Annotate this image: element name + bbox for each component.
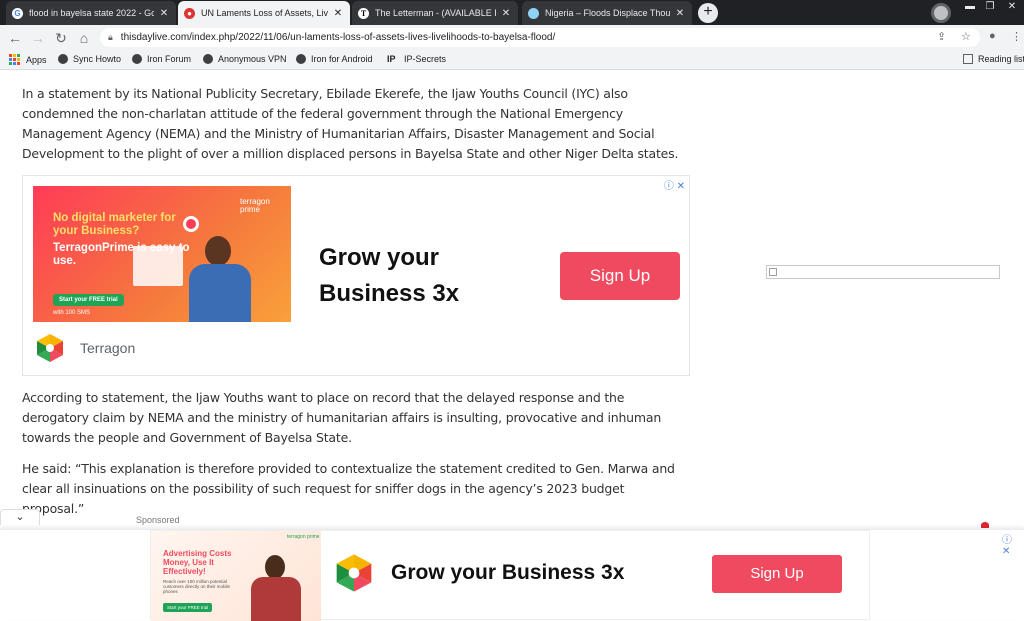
collapse-ad-button[interactable]: ⌄ <box>0 509 40 525</box>
notification-dot <box>981 522 989 528</box>
globe-icon <box>296 54 306 64</box>
back-arrow-icon[interactable]: ← <box>6 29 24 47</box>
bookmarks-bar: Apps Sync Howto Iron Forum Anonymous VPN… <box>0 50 1024 70</box>
bookmark-ip-secrets[interactable]: IP IP-Secrets <box>387 54 446 64</box>
forward-arrow-icon[interactable]: → <box>29 29 47 47</box>
reload-icon[interactable]: ↻ <box>52 29 70 47</box>
advertiser-name[interactable]: Terragon <box>80 340 135 356</box>
ad-image-headline: No digital marketer for your Business? <box>53 212 176 237</box>
share-icon[interactable]: ⇪ <box>937 30 946 43</box>
thisday-icon: ● <box>184 7 195 19</box>
close-icon[interactable]: ✕ <box>500 8 512 19</box>
close-icon[interactable]: ✕ <box>158 8 170 19</box>
article-paragraph: According to statement, the Ijaw Youths … <box>22 390 662 445</box>
reading-list-icon <box>963 54 973 64</box>
ip-icon: IP <box>387 54 396 64</box>
bookmark-label: Iron Forum <box>147 54 192 64</box>
tab-strip: G flood in bayelsa state 2022 - Goo ✕ ● … <box>0 0 1024 25</box>
ad-image[interactable]: No digital marketer for your Business? T… <box>33 186 291 322</box>
tab-letterman[interactable]: T The Letterman - (AVAILABLE FRO ✕ <box>352 1 518 25</box>
lock-icon[interactable]: 🔒︎ <box>108 32 113 43</box>
inline-ad[interactable]: ⓘ ✕ No digital marketer for your Busines… <box>22 175 690 376</box>
sticky-ad-bar: terragon prime Advertising Costs Money, … <box>0 529 1024 621</box>
globe-icon <box>58 54 68 64</box>
sticky-trial-pill: Start your FREE trial <box>163 603 213 612</box>
bookmark-label: Reading list <box>978 54 1024 64</box>
tab-thisday-article[interactable]: ● UN Laments Loss of Assets, Lives ✕ <box>178 1 350 25</box>
floodlist-icon <box>528 7 539 19</box>
terragon-logo-icon <box>37 334 63 362</box>
bookmark-label: Sync Howto <box>73 54 122 64</box>
ad-brand-logo: terragon prime <box>240 197 270 214</box>
person-illustration <box>247 555 305 621</box>
chart-illustration <box>133 246 183 286</box>
reading-list-button[interactable]: Reading list <box>963 54 1024 64</box>
url-text: thisdaylive.com/index.php/2022/11/06/un-… <box>120 32 556 43</box>
article-paragraph: In a statement by its National Publicity… <box>22 86 679 161</box>
tab-title: The Letterman - (AVAILABLE FRO <box>375 8 496 18</box>
sign-up-button[interactable]: Sign Up <box>560 252 680 300</box>
bookmark-iron-for-android[interactable]: Iron for Android <box>296 54 373 64</box>
bookmark-label: Apps <box>26 54 47 65</box>
tab-google-search[interactable]: G flood in bayelsa state 2022 - Goo ✕ <box>6 1 176 25</box>
bookmark-iron-forum[interactable]: Iron Forum <box>132 54 191 64</box>
tab-title: flood in bayelsa state 2022 - Goo <box>29 8 154 18</box>
sticky-ad-headline[interactable]: Grow your Business 3x <box>391 561 624 585</box>
bookmark-sync-howto[interactable]: Sync Howto <box>58 54 121 64</box>
ad-trial-sub: with 100 SMS <box>53 310 91 316</box>
adchoices-icon[interactable]: ⓘ ✕ <box>1002 531 1012 557</box>
sticky-image-subtext: Reach over 100 million potential custome… <box>163 579 231 594</box>
ad-headline[interactable]: Grow your Business 3x <box>319 240 519 312</box>
address-bar[interactable]: 🔒︎ thisdaylive.com/index.php/2022/11/06/… <box>100 28 980 47</box>
google-icon: G <box>12 7 23 19</box>
restore-button[interactable]: ❐ <box>980 0 1000 14</box>
browser-toolbar: ← → ↻ ⌂ 🔒︎ thisdaylive.com/index.php/202… <box>0 25 1024 50</box>
tab-title: UN Laments Loss of Assets, Lives <box>201 8 328 18</box>
globe-icon <box>203 54 213 64</box>
bookmark-label: IP-Secrets <box>404 54 447 64</box>
menu-icon[interactable]: ⋮ <box>1011 30 1022 43</box>
new-tab-button[interactable]: + <box>698 3 718 23</box>
apps-grid-icon <box>9 54 20 65</box>
tab-title: Nigeria – Floods Displace Thousa <box>545 8 670 18</box>
sticky-ad[interactable]: terragon prime Advertising Costs Money, … <box>150 530 1012 621</box>
bookmark-anonymous-vpn[interactable]: Anonymous VPN <box>203 54 287 64</box>
broken-image <box>766 265 1000 279</box>
bookmark-star-icon[interactable]: ☆ <box>961 30 971 43</box>
globe-icon <box>132 54 142 64</box>
account-icon[interactable]: ● <box>989 30 996 42</box>
sticky-sign-up-button[interactable]: Sign Up <box>712 555 842 593</box>
sticky-image-headline: Advertising Costs Money, Use It Effectiv… <box>163 549 232 576</box>
close-window-button[interactable]: ✕ <box>1002 0 1022 14</box>
tab-floodlist[interactable]: Nigeria – Floods Displace Thousa ✕ <box>522 1 692 25</box>
close-icon[interactable]: ✕ <box>332 8 344 19</box>
bookmark-label: Anonymous VPN <box>218 54 287 64</box>
sponsored-label: Sponsored <box>136 515 180 525</box>
telegraph-icon: T <box>358 7 369 19</box>
sticky-brand-logo: terragon prime <box>287 534 320 540</box>
person-illustration <box>183 236 253 322</box>
profile-icon[interactable] <box>931 3 951 23</box>
terragon-logo-icon <box>336 554 372 592</box>
ad-trial-pill: Start your FREE trial <box>53 294 124 306</box>
bookmark-label: Iron for Android <box>311 54 373 64</box>
minimize-button[interactable]: ▬ <box>960 0 980 14</box>
article-paragraph: He said: “This explanation is therefore … <box>22 461 675 516</box>
bookmark-apps[interactable]: Apps <box>9 54 47 65</box>
adchoices-icon[interactable]: ⓘ ✕ <box>664 177 685 192</box>
sticky-ad-image[interactable]: terragon prime Advertising Costs Money, … <box>151 531 321 621</box>
home-icon[interactable]: ⌂ <box>75 29 93 47</box>
close-icon[interactable]: ✕ <box>674 8 686 19</box>
